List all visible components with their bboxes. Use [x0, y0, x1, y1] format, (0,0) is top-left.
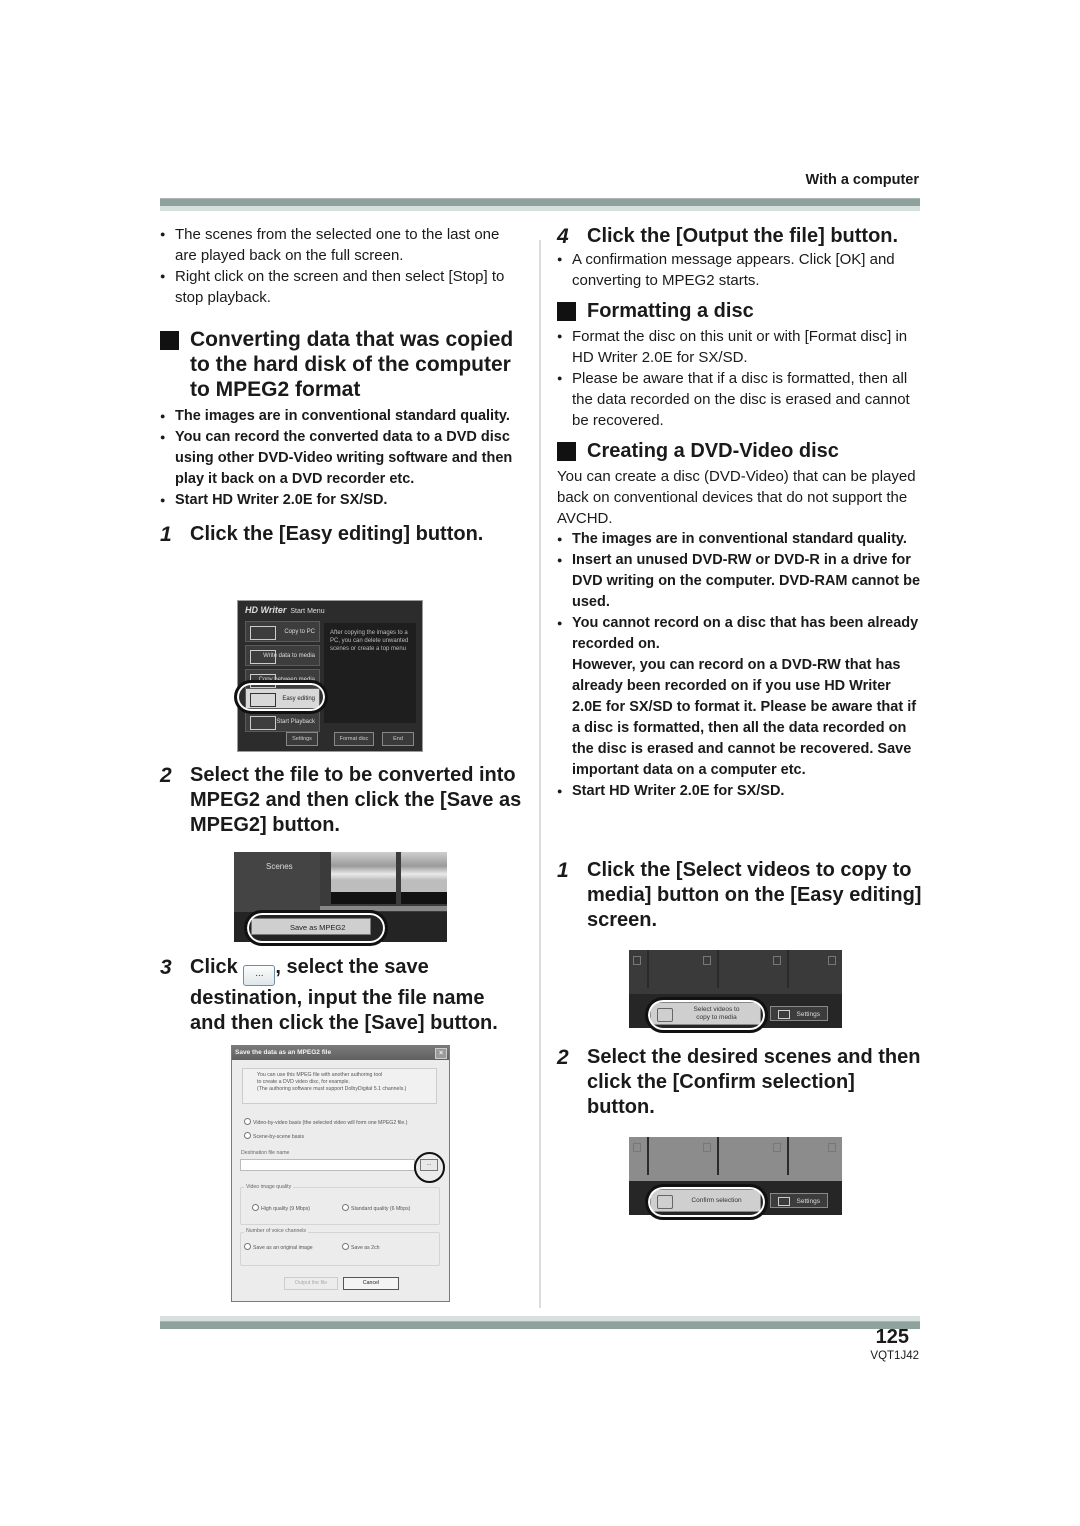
- destination-label: Destination file name: [241, 1150, 290, 1156]
- radio-standard-quality[interactable]: Standard quality (6 Mbps): [342, 1204, 410, 1212]
- section-header-label: With a computer: [805, 172, 919, 188]
- scene-slot[interactable]: [647, 950, 719, 988]
- callout-highlight: [234, 680, 328, 714]
- radio-scene-basis[interactable]: Scene-by-scene basis: [244, 1132, 304, 1140]
- note-item: Start HD Writer 2.0E for SX/SD.: [160, 490, 525, 511]
- step-2-confirm-selection: 2 Select the desired scenes and then cli…: [557, 1046, 921, 1118]
- section-square-icon: [557, 442, 576, 461]
- scene-slot[interactable]: [717, 950, 789, 988]
- menu-write-data[interactable]: Write data to media: [245, 645, 320, 666]
- menu-copy-to-pc[interactable]: Copy to PC: [245, 621, 320, 642]
- mpeg2-notes: The images are in conventional standard …: [160, 406, 525, 511]
- end-button[interactable]: End: [382, 732, 414, 746]
- bullet-item: Right click on the screen and then selec…: [160, 266, 525, 308]
- copy-to-pc-icon: [250, 626, 276, 640]
- intro-bullets: The scenes from the selected one to the …: [160, 224, 525, 308]
- bullet-item: The scenes from the selected one to the …: [160, 224, 525, 266]
- page-number: 125: [875, 1326, 909, 1348]
- callout-highlight: [645, 997, 768, 1033]
- settings-button[interactable]: Settings: [286, 732, 318, 746]
- section-heading-formatting: Formatting a disc: [557, 299, 922, 323]
- step-3-save-destination: 3 Click ..., select the save destination…: [160, 956, 498, 1034]
- step-1-easy-editing: 1 Click the [Easy editing] button.: [160, 523, 484, 546]
- scene-slot[interactable]: [787, 950, 842, 988]
- scene-thumbnail[interactable]: [331, 852, 396, 892]
- column-divider: [539, 240, 541, 1308]
- dvd-note-continuation: However, you can record on a DVD-RW that…: [572, 657, 917, 778]
- step4-bullets: A confirmation message appears. Click [O…: [557, 249, 922, 291]
- note-item: The images are in conventional standard …: [160, 406, 525, 427]
- radio-high-quality[interactable]: High quality (9 Mbps): [252, 1204, 310, 1212]
- header-rule: [160, 198, 920, 211]
- scenes-label: Scenes: [234, 852, 320, 912]
- settings-button[interactable]: Settings: [770, 1006, 828, 1021]
- note-item: The images are in conventional standard …: [557, 529, 922, 550]
- settings-icon: [778, 1197, 790, 1206]
- dvd-last-note: Start HD Writer 2.0E for SX/SD.: [557, 781, 922, 802]
- section-heading-dvd-video: Creating a DVD-Video disc: [557, 439, 922, 463]
- format-bullets: Format the disc on this unit or with [Fo…: [557, 326, 922, 431]
- section-square-icon: [160, 331, 179, 350]
- callout-highlight: [645, 1184, 768, 1220]
- section-heading-mpeg2: Converting data that was copied to the h…: [160, 327, 525, 402]
- app-title: HD Writer: [245, 605, 287, 615]
- radio-save-2ch[interactable]: Save as 2ch: [342, 1243, 380, 1251]
- dvd-notes: The images are in conventional standard …: [557, 529, 922, 655]
- write-data-icon: [250, 650, 276, 664]
- callout-circle: [414, 1152, 445, 1183]
- note-item: You can record the converted data to a D…: [160, 427, 525, 490]
- destination-file-name-input[interactable]: [240, 1159, 415, 1171]
- left-column: The scenes from the selected one to the …: [160, 224, 525, 1034]
- menu-start-playback[interactable]: Start Playback: [245, 711, 320, 732]
- note-item: Insert an unused DVD-RW or DVD-R in a dr…: [557, 550, 922, 613]
- bullet-item: Format the disc on this unit or with [Fo…: [557, 326, 922, 368]
- scene-slot[interactable]: [787, 1137, 842, 1175]
- settings-button[interactable]: Settings: [770, 1193, 828, 1208]
- right-column: 4 Click the [Output the file] button. A …: [557, 224, 922, 1118]
- output-file-button[interactable]: Output the file: [284, 1277, 338, 1290]
- callout-highlight: [244, 910, 388, 946]
- radio-video-basis[interactable]: Video-by-video basis (the selected video…: [244, 1118, 407, 1126]
- settings-icon: [778, 1010, 790, 1019]
- info-panel: After copying the images to a PC, you ca…: [324, 623, 416, 723]
- hd-writer-start-menu-screenshot: HD Writer Start Menu Copy to PC Write dat…: [237, 600, 423, 752]
- step-1-select-videos: 1 Click the [Select videos to copy to me…: [557, 859, 922, 931]
- step-2-save-mpeg2: 2 Select the file to be converted into M…: [160, 764, 522, 836]
- cancel-button[interactable]: Cancel: [343, 1277, 399, 1290]
- browse-button-glyph: ...: [243, 965, 276, 986]
- bullet-item: Please be aware that if a disc is format…: [557, 368, 922, 431]
- dialog-titlebar: Save the data as an MPEG2 file ×: [232, 1046, 449, 1060]
- format-disc-button[interactable]: Format disc: [334, 732, 374, 746]
- dialog-info-box: You can use this MPEG file with another …: [242, 1068, 437, 1104]
- radio-original-image[interactable]: Save as an original image: [244, 1243, 313, 1251]
- scene-slot[interactable]: [717, 1137, 789, 1175]
- close-icon[interactable]: ×: [435, 1048, 447, 1059]
- playback-icon: [250, 716, 276, 730]
- scene-slot[interactable]: [647, 1137, 719, 1175]
- step-4-output-file: 4 Click the [Output the file] button.: [557, 225, 899, 248]
- scene-thumbnail[interactable]: [401, 852, 447, 892]
- note-item: Start HD Writer 2.0E for SX/SD.: [557, 781, 922, 802]
- section-square-icon: [557, 302, 576, 321]
- bullet-item: A confirmation message appears. Click [O…: [557, 249, 922, 291]
- note-item: You cannot record on a disc that has bee…: [557, 613, 922, 655]
- dvd-intro-text: You can create a disc (DVD-Video) that c…: [557, 468, 916, 527]
- document-code: VQT1J42: [870, 1350, 919, 1362]
- footer-rule: [160, 1316, 920, 1329]
